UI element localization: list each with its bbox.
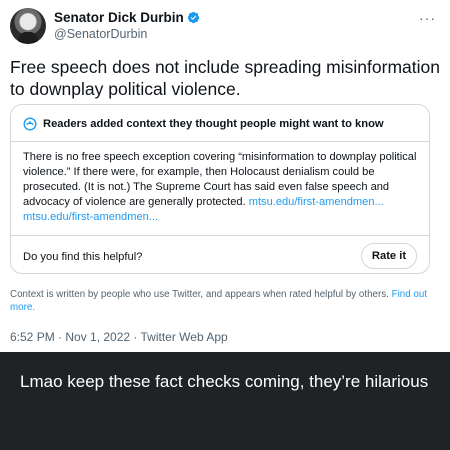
more-dots-icon[interactable]: ··· — [419, 10, 436, 26]
footnote-text: Context is written by people who use Twi… — [10, 289, 389, 300]
note-source-link[interactable]: mtsu.edu/first-amendmen... — [23, 211, 158, 223]
tweet-text: Free speech does not include spreading m… — [10, 57, 440, 99]
note-divider — [11, 235, 429, 236]
verified-badge-icon — [187, 11, 199, 24]
author-name[interactable]: Senator Dick Durbin — [54, 10, 184, 25]
caption-band — [0, 352, 450, 450]
note-title: Readers added context they thought peopl… — [43, 118, 384, 130]
community-notes-icon — [23, 117, 37, 131]
note-title-row: Readers added context they thought peopl… — [23, 117, 384, 131]
note-divider — [11, 141, 429, 142]
author-handle[interactable]: @SenatorDurbin — [54, 27, 147, 41]
rate-it-button[interactable]: Rate it — [361, 243, 417, 269]
tweet-header: Senator Dick Durbin @SenatorDurbin ··· — [10, 6, 440, 46]
note-body: There is no free speech exception coveri… — [23, 150, 421, 225]
tweet-timestamp[interactable]: 6:52 PM · Nov 1, 2022 · Twitter Web App — [10, 330, 228, 344]
community-note: Readers added context they thought peopl… — [10, 104, 430, 274]
tweet-card: Senator Dick Durbin @SenatorDurbin ··· F… — [0, 0, 450, 352]
note-source-link[interactable]: mtsu.edu/first-amendmen... — [249, 196, 384, 208]
helpful-prompt: Do you find this helpful? — [23, 251, 143, 263]
author-name-row: Senator Dick Durbin — [54, 10, 200, 25]
note-footnote: Context is written by people who use Twi… — [10, 288, 435, 314]
meme-caption: Lmao keep these fact checks coming, they… — [20, 372, 429, 391]
avatar[interactable] — [10, 8, 46, 44]
